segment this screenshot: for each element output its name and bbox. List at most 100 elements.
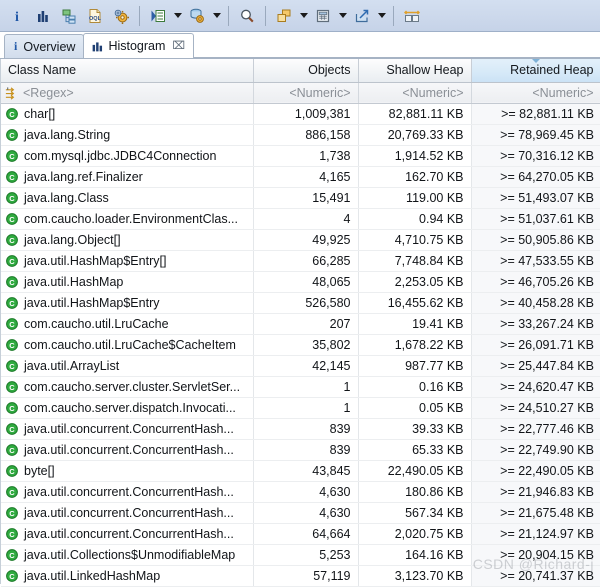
query-browser-dropdown[interactable]: [210, 4, 223, 28]
retained-heap-text: >= 22,490.05 KB: [500, 464, 594, 478]
table-row[interactable]: Cjava.lang.Object[]49,9254,710.75 KB>= 5…: [1, 229, 600, 250]
close-icon[interactable]: ⌧: [172, 41, 185, 52]
oql-icon[interactable]: OQL: [82, 3, 108, 29]
cell-objects: 42,145: [253, 355, 358, 376]
table-row[interactable]: Cjava.util.HashMap48,0652,253.05 KB>= 46…: [1, 271, 600, 292]
cell-class-name[interactable]: Cjava.lang.Class: [1, 187, 253, 208]
table-row[interactable]: Cjava.util.ArrayList42,145 987.77 KB >= 25…: [1, 355, 600, 376]
cell-objects: 57,119: [253, 565, 358, 586]
filter-objects-input[interactable]: <Numeric>: [253, 82, 358, 103]
calculate-retained-size-dropdown[interactable]: [336, 4, 349, 28]
svg-text:OQL: OQL: [89, 16, 102, 22]
cell-class-name[interactable]: Cjava.util.Collections$UnmodifiableMap: [1, 544, 253, 565]
table-row[interactable]: Ccom.caucho.loader.EnvironmentClas...40.…: [1, 208, 600, 229]
cell-class-name[interactable]: Cjava.util.concurrent.ConcurrentHash...: [1, 502, 253, 523]
table-row[interactable]: Cjava.util.LinkedHashMap57,1193,123.70 K…: [1, 565, 600, 586]
cell-class-name[interactable]: Cjava.util.HashMap: [1, 271, 253, 292]
filter-retained-heap-input[interactable]: <Numeric>: [471, 82, 600, 103]
table-row[interactable]: Cjava.lang.ref.Finalizer4,165162.70 KB>=…: [1, 166, 600, 187]
class-name-text: java.util.LinkedHashMap: [24, 569, 160, 583]
cell-retained-heap: >= 46,705.26 KB: [471, 271, 600, 292]
table-row[interactable]: Cjava.util.concurrent.ConcurrentHash... 6…: [1, 523, 600, 544]
cell-class-name[interactable]: Ccom.mysql.jdbc.JDBC4Connection: [1, 145, 253, 166]
objects-text: 64,664: [312, 527, 350, 541]
cell-retained-heap: >= 26,091.71 KB: [471, 334, 600, 355]
column-header-shallow-heap[interactable]: Shallow Heap: [358, 59, 471, 82]
table-row[interactable]: Cjava.lang.Class15,491119.00 KB>= 51,493…: [1, 187, 600, 208]
cell-class-name[interactable]: Cjava.lang.String: [1, 124, 253, 145]
table-row[interactable]: Ccom.caucho.server.dispatch.Invocati...1…: [1, 397, 600, 418]
histogram-icon[interactable]: [30, 3, 56, 29]
filter-shallow-heap-input[interactable]: <Numeric>: [358, 82, 471, 103]
cell-class-name[interactable]: Ccom.caucho.loader.EnvironmentClas...: [1, 208, 253, 229]
cell-retained-heap: >= 25,447.84 KB: [471, 355, 600, 376]
cell-objects: 839: [253, 439, 358, 460]
cell-objects: 1,738: [253, 145, 358, 166]
cell-class-name[interactable]: Cjava.util.concurrent.ConcurrentHash...: [1, 523, 253, 544]
dominator-tree-icon[interactable]: [56, 3, 82, 29]
cell-class-name[interactable]: Ccom.caucho.util.LruCache$CacheItem: [1, 334, 253, 355]
tab-overview[interactable]: i Overview: [4, 34, 84, 58]
group-by-icon[interactable]: [271, 3, 297, 29]
cell-class-name[interactable]: Ccom.caucho.util.LruCache: [1, 313, 253, 334]
retained-heap-text: >= 25,447.84 KB: [500, 359, 594, 373]
cell-class-name[interactable]: Ccom.caucho.server.dispatch.Invocati...: [1, 397, 253, 418]
info-icon[interactable]: i: [4, 3, 30, 29]
cell-class-name[interactable]: Cbyte[]: [1, 460, 253, 481]
column-header-objects[interactable]: Objects: [253, 59, 358, 82]
run-expert-system-icon[interactable]: [145, 3, 171, 29]
table-row[interactable]: Ccom.caucho.server.cluster.ServletSer...…: [1, 376, 600, 397]
cell-class-name[interactable]: Cjava.lang.ref.Finalizer: [1, 166, 253, 187]
cell-class-name[interactable]: Ccom.caucho.server.cluster.ServletSer...: [1, 376, 253, 397]
column-header-class-name[interactable]: Class Name: [1, 59, 253, 82]
export-icon[interactable]: [349, 3, 375, 29]
group-by-dropdown[interactable]: [297, 4, 310, 28]
table-row[interactable]: Cjava.lang.String886,15820,769.33 KB>= 7…: [1, 124, 600, 145]
cell-shallow-heap: 0.16 KB: [358, 376, 471, 397]
table-row[interactable]: Ccom.caucho.util.LruCache20719.41 KB>= 3…: [1, 313, 600, 334]
run-expert-system-dropdown[interactable]: [171, 4, 184, 28]
class-name-text: java.util.HashMap: [24, 275, 123, 289]
cell-objects: 43,845: [253, 460, 358, 481]
table-row[interactable]: Cchar[]1,009,38182,881.11 KB>= 82,881.11…: [1, 103, 600, 124]
tab-bar-filler: [193, 34, 600, 58]
cell-class-name[interactable]: Cchar[]: [1, 103, 253, 124]
calculate-retained-size-icon[interactable]: [310, 3, 336, 29]
table-row[interactable]: Cjava.util.concurrent.ConcurrentHash...4…: [1, 502, 600, 523]
table-row[interactable]: Cjava.util.HashMap$Entry[]66,2857,748.84…: [1, 250, 600, 271]
filter-class-name-input[interactable]: <Regex>: [1, 82, 253, 103]
filter-row[interactable]: <Regex> <Numeric> <Numeric> <Numeric>: [1, 82, 600, 103]
search-icon[interactable]: [234, 3, 260, 29]
table-row[interactable]: Ccom.caucho.util.LruCache$CacheItem35,80…: [1, 334, 600, 355]
shallow-heap-text: 22,490.05 KB: [388, 464, 464, 478]
svg-text:C: C: [9, 383, 15, 392]
table-header: Class Name Objects Shallow Heap Retained…: [1, 59, 600, 82]
gears-icon[interactable]: [108, 3, 134, 29]
cell-class-name[interactable]: Cjava.util.concurrent.ConcurrentHash...: [1, 439, 253, 460]
cell-class-name[interactable]: Cjava.util.concurrent.ConcurrentHash...: [1, 418, 253, 439]
cell-retained-heap: >= 51,493.07 KB: [471, 187, 600, 208]
retained-heap-text: >= 33,267.24 KB: [500, 317, 594, 331]
cell-class-name[interactable]: Cjava.util.ArrayList: [1, 355, 253, 376]
cell-class-name[interactable]: Cjava.util.concurrent.ConcurrentHash...: [1, 481, 253, 502]
table-row[interactable]: Cjava.util.concurrent.ConcurrentHash...8…: [1, 439, 600, 460]
cell-class-name[interactable]: Cjava.util.HashMap$Entry[]: [1, 250, 253, 271]
query-browser-icon[interactable]: [184, 3, 210, 29]
export-dropdown[interactable]: [375, 4, 388, 28]
retained-heap-text: >= 50,905.86 KB: [500, 233, 594, 247]
table-row[interactable]: Ccom.mysql.jdbc.JDBC4Connection1,7381,91…: [1, 145, 600, 166]
cell-class-name[interactable]: Cjava.util.HashMap$Entry: [1, 292, 253, 313]
tab-histogram[interactable]: Histogram ⌧: [83, 33, 194, 58]
objects-text: 5,253: [319, 548, 350, 562]
svg-text:C: C: [9, 404, 15, 413]
shallow-heap-text: 987.77 KB: [405, 359, 463, 373]
table-row[interactable]: Cjava.util.Collections$UnmodifiableMap 5,…: [1, 544, 600, 565]
cell-class-name[interactable]: Cjava.util.LinkedHashMap: [1, 565, 253, 586]
table-row[interactable]: Cjava.util.concurrent.ConcurrentHash...4…: [1, 481, 600, 502]
table-row[interactable]: Cjava.util.HashMap$Entry526,58016,455.62…: [1, 292, 600, 313]
cell-class-name[interactable]: Cjava.lang.Object[]: [1, 229, 253, 250]
table-row[interactable]: Cjava.util.concurrent.ConcurrentHash...8…: [1, 418, 600, 439]
resize-columns-icon[interactable]: [399, 3, 425, 29]
table-row[interactable]: Cbyte[]43,845 22,490.05 KB >= 22,490.05 KB: [1, 460, 600, 481]
column-header-retained-heap[interactable]: Retained Heap: [471, 59, 600, 82]
